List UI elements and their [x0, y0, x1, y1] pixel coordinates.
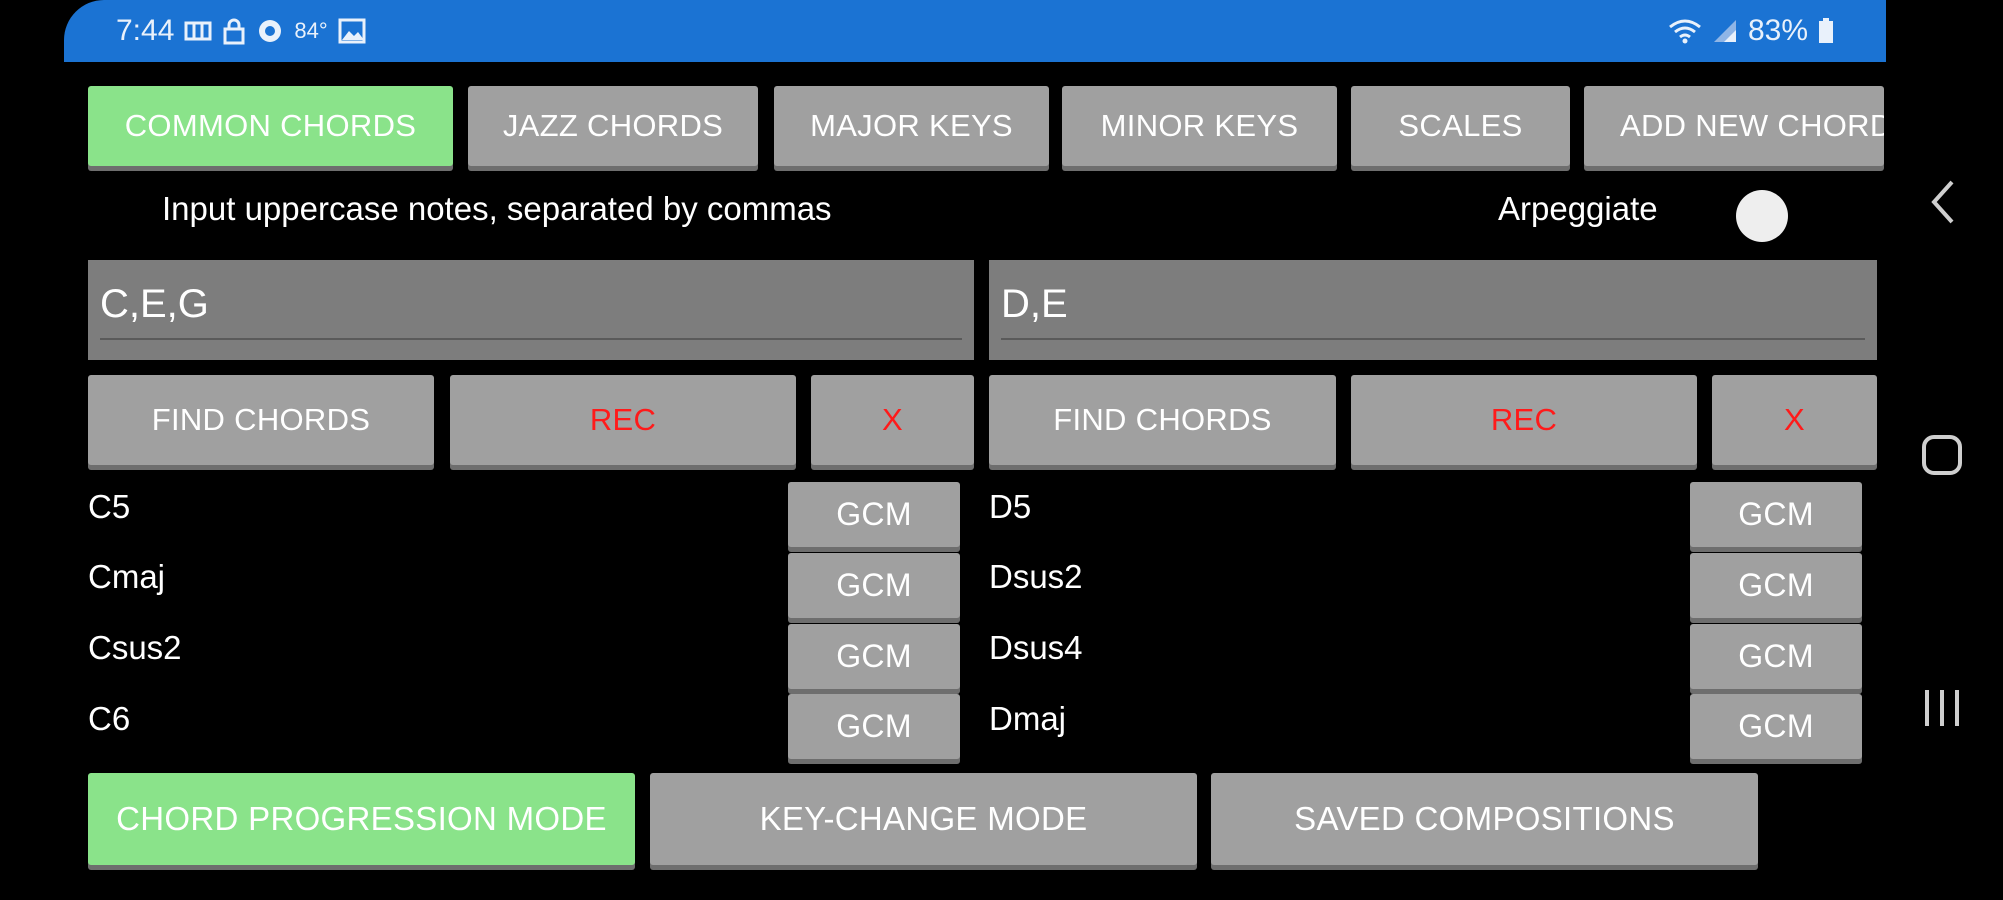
right-notes-value: D,E	[1001, 282, 1068, 326]
lock-icon	[222, 17, 246, 45]
right-notes-input[interactable]: D,E	[989, 260, 1877, 360]
battery-icon	[1818, 18, 1834, 44]
signal-icon	[1712, 18, 1738, 44]
saved-compositions-button[interactable]: SAVED COMPOSITIONS	[1211, 773, 1758, 865]
tab-minor-keys[interactable]: MINOR KEYS	[1062, 86, 1337, 166]
temperature: 84°	[294, 18, 328, 43]
back-icon[interactable]	[1928, 178, 1958, 231]
right-result-name: Dmaj	[989, 700, 1067, 737]
left-clear-button[interactable]: X	[811, 375, 974, 465]
left-result-gcm-button[interactable]: GCM	[788, 553, 960, 618]
wifi-icon	[1668, 18, 1702, 44]
left-find-chords-button[interactable]: FIND CHORDS	[88, 375, 434, 465]
left-rec-button[interactable]: REC	[450, 375, 796, 465]
right-find-chords-button[interactable]: FIND CHORDS	[989, 375, 1336, 465]
status-bar-right: 83%	[1668, 12, 1834, 50]
recents-icon[interactable]	[1921, 686, 1963, 735]
left-result-name: Csus2	[88, 629, 182, 666]
left-notes-input[interactable]: C,E,G	[88, 260, 974, 360]
tab-jazz-chords[interactable]: JAZZ CHORDS	[468, 86, 758, 166]
input-underline	[100, 338, 962, 340]
chord-progression-mode-button[interactable]: CHORD PROGRESSION MODE	[88, 773, 635, 865]
left-result-gcm-button[interactable]: GCM	[788, 624, 960, 689]
right-result-name: D5	[989, 488, 1032, 525]
media-icon	[184, 19, 212, 43]
right-result-name: Dsus4	[989, 629, 1083, 666]
sync-icon	[256, 17, 284, 45]
right-rec-button[interactable]: REC	[1351, 375, 1697, 465]
tab-add-new-chord[interactable]: ADD NEW CHORD	[1584, 86, 1884, 166]
right-clear-button[interactable]: X	[1712, 375, 1877, 465]
right-result-name: Dsus2	[989, 558, 1083, 595]
key-change-mode-button[interactable]: KEY-CHANGE MODE	[650, 773, 1197, 865]
input-hint: Input uppercase notes, separated by comm…	[162, 190, 832, 227]
input-underline	[1001, 338, 1865, 340]
right-result-gcm-button[interactable]: GCM	[1690, 553, 1862, 618]
arpeggiate-label: Arpeggiate	[1498, 190, 1658, 227]
image-icon	[338, 18, 366, 44]
tab-scales[interactable]: SCALES	[1351, 86, 1570, 166]
tab-major-keys[interactable]: MAJOR KEYS	[774, 86, 1049, 166]
arpeggiate-toggle[interactable]	[1736, 190, 1788, 242]
left-result-gcm-button[interactable]: GCM	[788, 482, 960, 547]
left-notes-value: C,E,G	[100, 282, 209, 326]
tab-common-chords[interactable]: COMMON CHORDS	[88, 86, 453, 166]
left-result-gcm-button[interactable]: GCM	[788, 694, 960, 759]
clock: 7:44	[116, 14, 175, 47]
right-result-gcm-button[interactable]: GCM	[1690, 624, 1862, 689]
right-result-gcm-button[interactable]: GCM	[1690, 694, 1862, 759]
left-result-name: Cmaj	[88, 558, 166, 595]
left-result-name: C5	[88, 488, 131, 525]
battery-percent: 83%	[1748, 14, 1809, 47]
right-result-gcm-button[interactable]: GCM	[1690, 482, 1862, 547]
status-bar-left: 7:44 84°	[116, 12, 366, 50]
home-icon[interactable]	[1920, 433, 1964, 482]
left-result-name: C6	[88, 700, 131, 737]
